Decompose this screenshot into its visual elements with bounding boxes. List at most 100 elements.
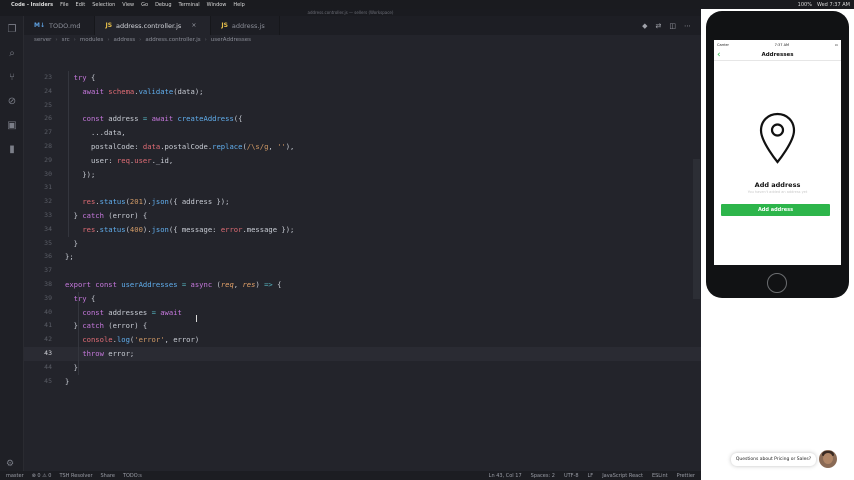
encoding[interactable]: UTF-8 [564,473,579,479]
menu-window[interactable]: Window [207,2,227,8]
code-text: res.status(400).json({ message: error.me… [82,224,295,234]
avatar[interactable] [819,450,837,468]
breadcrumb-item[interactable]: address [114,37,136,43]
add-address-button[interactable]: Add address [721,204,830,216]
clock: Wed 7:37 AM [816,1,850,8]
code-line[interactable]: 27 ...data, [24,126,701,140]
more-actions-icon[interactable]: ⋯ [684,22,691,30]
line-ending[interactable]: LF [588,473,594,479]
menu-edit[interactable]: Edit [76,2,86,8]
code-line[interactable]: 24 await schema.validate(data); [24,85,701,99]
tab-todo-md[interactable]: M↓ TODO.md [24,16,96,35]
line-number: 41 [44,321,52,330]
menu-terminal[interactable]: Terminal [179,2,200,8]
code-line[interactable]: 34 res.status(400).json({ message: error… [24,223,701,237]
status-bar: master ⊗ 0 ⚠ 0 TSH Resolver Share TODO:s… [0,471,701,480]
extensions-icon[interactable]: ▣ [6,120,18,132]
tab-address-js[interactable]: JS address.js [211,16,280,35]
indent-guide [78,291,79,375]
code-line[interactable]: 40 const addresses = await [24,306,701,320]
problems-count[interactable]: ⊗ 0 ⚠ 0 [32,473,52,479]
code-text: try { [73,293,96,303]
code-line[interactable]: 42 console.log('error', error) [24,333,701,347]
location-pin-icon [759,112,796,164]
menu-debug[interactable]: Debug [155,2,171,8]
line-number: 29 [44,155,52,164]
code-text: user: req.user._id, [90,155,174,165]
code-line[interactable]: 32 res.status(201).json({ address }); [24,195,701,209]
search-icon[interactable]: ⌕ [6,48,18,60]
code-line[interactable]: 36}; [24,250,701,264]
todos[interactable]: TODO:s [123,473,142,479]
code-line[interactable]: 28 postalCode: data.postalCode.replace(/… [24,140,701,154]
git-branch[interactable]: master [6,473,24,479]
code-line[interactable]: 23 try { [24,71,701,85]
split-editor-icon[interactable]: ◫ [669,22,676,30]
bookmark-icon[interactable]: ▮ [6,144,18,156]
code-line[interactable]: 35 } [24,237,701,251]
code-line[interactable]: 38 export const userAddresses = async (re… [24,278,701,292]
phone-screen: Carrier 7:37 AM ▭ ‹ Addresses Add addres… [714,40,841,265]
menu-help[interactable]: Help [233,2,244,8]
menu-file[interactable]: File [60,2,68,8]
code-line[interactable]: 25 [24,99,701,113]
code-text: throw error; [82,349,135,358]
language-mode[interactable]: JavaScript React [602,473,643,479]
prettier-status[interactable]: Prettier [677,473,695,479]
breadcrumb-item[interactable]: userAddresses [211,37,251,43]
code-line[interactable]: 26 const address = await createAddress({ [24,112,701,126]
line-number: 28 [44,142,52,150]
indentation[interactable]: Spaces: 2 [531,473,555,479]
close-icon[interactable]: × [191,22,196,29]
code-line[interactable]: 43 throw error; [24,347,701,361]
settings-gear-icon[interactable]: ⚙ [6,459,14,469]
code-text: try { [73,73,96,82]
explorer-icon[interactable]: ❐ [6,24,18,36]
code-text: const address = await createAddress({ [82,114,243,124]
menubar-app-name[interactable]: Code - Insiders [11,2,53,8]
eslint-status[interactable]: ESLint [652,473,668,479]
cursor-position[interactable]: Ln 43, Col 17 [489,473,522,479]
breadcrumb-item[interactable]: server [34,37,51,43]
compare-icon[interactable]: ⇄ [656,22,662,30]
code-line[interactable]: 33 } catch (error) { [24,209,701,223]
tab-address-controller[interactable]: JS address.controller.js × [95,16,212,35]
source-map-icon[interactable]: ◆ [642,22,647,30]
line-number: 39 [44,293,52,302]
indent-guide [68,71,69,237]
line-number: 30 [44,169,52,178]
code-line[interactable]: 29 user: req.user._id, [24,154,701,168]
menu-view[interactable]: View [122,2,134,8]
menu-selection[interactable]: Selection [92,2,115,8]
code-line[interactable]: 30 }); [24,168,701,182]
code-text: } [65,238,78,248]
home-button[interactable] [767,273,787,293]
code-editor[interactable]: 23 try {24 await schema.validate(data); 2… [24,45,701,471]
breadcrumb-item[interactable]: modules [80,37,103,43]
code-line[interactable]: 39 try { [24,292,701,306]
code-line[interactable]: 41 } catch (error) { [24,319,701,333]
breadcrumb-item[interactable]: address.controller.js [145,37,200,43]
macos-menubar: Code - Insiders File Edit Selection View… [0,0,854,9]
chat-bubble[interactable]: Questions about Pricing or Sales? [731,453,816,466]
editor-scrollbar[interactable] [693,159,700,299]
source-control-icon[interactable]: ⑂ [6,72,18,84]
line-number: 27 [44,128,52,137]
code-line[interactable]: 37 [24,264,701,278]
code-line[interactable]: 45} [24,375,701,389]
line-number: 33 [44,211,52,219]
ios-simulator: Carrier 7:37 AM ▭ ‹ Addresses Add addres… [701,9,854,480]
code-line[interactable]: 31 [24,181,701,195]
phone-time: 7:37 AM [774,42,790,47]
line-number: 26 [44,114,52,123]
code-line[interactable]: 44 } [24,361,701,375]
debug-icon[interactable]: ⊘ [6,96,18,108]
code-text: }); [65,169,96,179]
line-number: 44 [44,362,52,371]
tsh-resolver[interactable]: TSH Resolver [59,473,92,479]
breadcrumb-item[interactable]: src [62,37,70,43]
live-share[interactable]: Share [101,473,115,479]
line-number: 40 [44,307,52,316]
menu-go[interactable]: Go [141,2,148,8]
code-text: await schema.validate(data); [82,86,204,96]
